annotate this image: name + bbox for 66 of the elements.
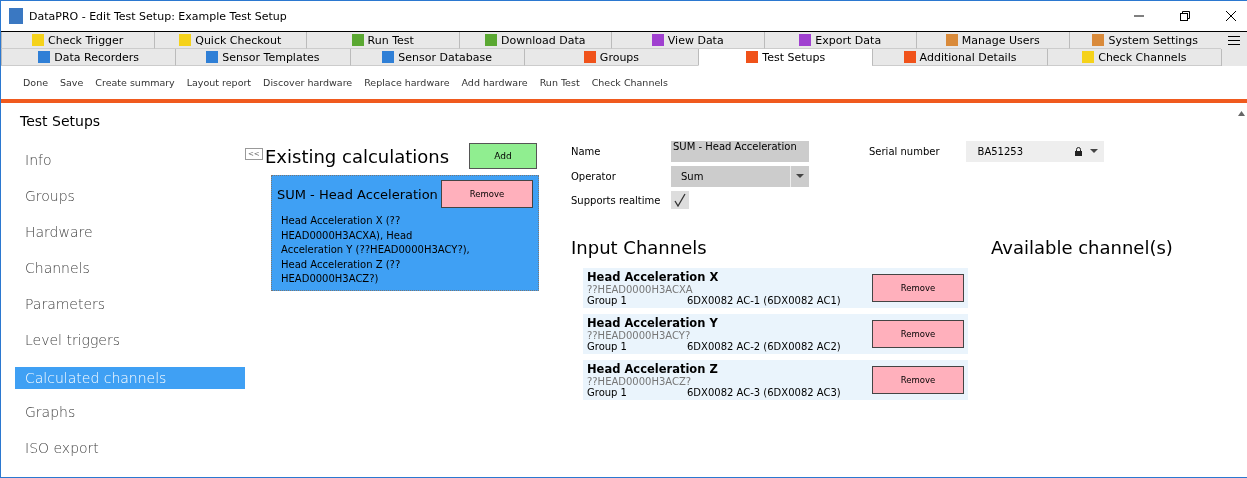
- channel-hardware: 6DX0082 AC-1 (6DX0082 AC1): [687, 295, 841, 306]
- remove-button[interactable]: Remove: [441, 180, 533, 208]
- toolbar-button[interactable]: Add hardware: [461, 77, 528, 88]
- toolbar-button[interactable]: Create summary: [95, 77, 175, 88]
- operator-dropdown[interactable]: Sum: [671, 166, 809, 187]
- sidebar-item[interactable]: Graphs: [15, 397, 245, 433]
- realtime-checkbox[interactable]: [671, 191, 689, 209]
- sidebar-item[interactable]: Parameters: [15, 289, 245, 325]
- channel-name: Head Acceleration X: [587, 270, 720, 284]
- channel-code: ??HEAD0000H3ACXA: [587, 284, 694, 295]
- close-icon[interactable]: [1225, 10, 1237, 22]
- toolbar-button[interactable]: Replace hardware: [364, 77, 450, 88]
- sidebar-item[interactable]: Level triggers: [15, 325, 245, 361]
- remove-button[interactable]: Remove: [872, 274, 964, 302]
- checkmark-icon: [674, 193, 686, 207]
- add-button[interactable]: Add: [469, 143, 537, 169]
- toolbar-button[interactable]: Save: [60, 77, 84, 88]
- field-label: Serial number: [869, 146, 940, 157]
- tab[interactable]: Check Channels: [1046, 49, 1221, 66]
- remove-button[interactable]: Remove: [872, 320, 964, 348]
- menu-icon[interactable]: [1228, 35, 1240, 46]
- calculation-description: Head Acceleration X (??HEAD0000H3ACXA), Head Acceleration Y (??HEAD0000H3ACY?), Head Acceleration Z (??HEAD0000H3ACZ?): [280, 214, 471, 286]
- tab[interactable]: Data Recorders: [1, 49, 176, 66]
- calculation-card[interactable]: SUM - Head Acceleration Remove Head Acceleration X (??HEAD0000H3ACXA), Head Acceleration Y (??HEAD0000H3ACY?), Head Acceleration Z (??HEAD0000H3ACZ?): [271, 175, 539, 291]
- section-title: Available channel(s): [991, 237, 1173, 258]
- section-title: Input Channels: [571, 237, 708, 258]
- channel-code: ??HEAD0000H3ACZ?: [587, 376, 693, 387]
- channel-group: Group 1: [587, 341, 627, 352]
- toolbar-button[interactable]: Layout report: [186, 77, 252, 88]
- toolbar-button[interactable]: Run Test: [539, 77, 580, 88]
- caret-icon: [1089, 149, 1098, 154]
- toolbar-button[interactable]: Discover hardware: [263, 77, 353, 88]
- field-label: Supports realtime: [571, 194, 662, 206]
- name-field[interactable]: SUM - Head Acceleration: [671, 141, 809, 162]
- lock-icon: [1074, 147, 1082, 156]
- app-logo-icon: [9, 8, 23, 24]
- sidebar-item[interactable]: Groups: [15, 181, 245, 217]
- channel-group: Group 1: [587, 295, 627, 306]
- tab[interactable]: Additional Details: [872, 49, 1047, 66]
- field-label: Operator: [571, 171, 617, 182]
- sidebar-item[interactable]: Info: [15, 145, 245, 181]
- sidebar-item[interactable]: Hardware: [15, 217, 245, 253]
- tab[interactable]: Groups: [523, 49, 699, 66]
- remove-button[interactable]: Remove: [872, 366, 964, 394]
- window-title: DataPRO - Edit Test Setup: Example Test Setup: [29, 9, 288, 23]
- channel-group: Group 1: [587, 387, 627, 398]
- section-title: Existing calculations: [265, 145, 450, 167]
- field-label: Name: [571, 146, 602, 157]
- channel-hardware: 6DX0082 AC-2 (6DX0082 AC2): [687, 341, 841, 352]
- caret-icon: [796, 174, 804, 179]
- sidebar-item[interactable]: ISO export: [15, 433, 245, 469]
- channel-hardware: 6DX0082 AC-3 (6DX0082 AC3): [687, 387, 841, 398]
- channel-name: Head Acceleration Y: [587, 316, 719, 330]
- tab[interactable]: Sensor Database: [349, 49, 524, 66]
- scroll-up-icon[interactable]: [1237, 111, 1245, 116]
- toolbar-button[interactable]: Check Channels: [591, 77, 668, 88]
- calculation-name: SUM - Head Acceleration: [277, 186, 438, 202]
- channel-name: Head Acceleration Z: [587, 362, 719, 376]
- channel-code: ??HEAD0000H3ACY?: [587, 330, 692, 341]
- tab[interactable]: Test Setups: [698, 49, 873, 66]
- restore-icon[interactable]: [1179, 10, 1191, 22]
- tab[interactable]: Sensor Templates: [175, 49, 350, 66]
- sidebar-title: Test Setups: [19, 112, 102, 131]
- serial-number-dropdown[interactable]: BA51253: [965, 141, 1104, 162]
- sidebar-item[interactable]: Channels: [15, 253, 245, 289]
- toolbar-button[interactable]: Done: [23, 77, 48, 88]
